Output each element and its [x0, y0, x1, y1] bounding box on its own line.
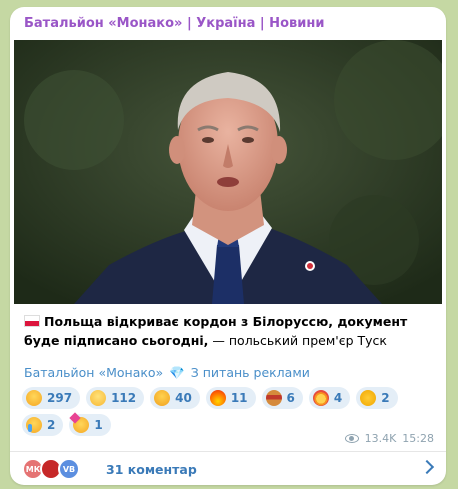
fire-icon [209, 390, 226, 406]
commenter-avatars: МК VB [22, 458, 86, 480]
eye-icon [344, 434, 359, 443]
post-photo[interactable] [14, 40, 442, 304]
reaction-count: 1 [94, 418, 103, 432]
chevron-right-icon[interactable] [419, 459, 435, 475]
message-bubble: Батальйон «Монако» | Україна | Новини По… [10, 7, 446, 485]
poland-flag-icon [24, 315, 40, 327]
views-count: 13.4K [364, 432, 397, 445]
reaction-count: 4 [333, 391, 343, 405]
reaction-count: 11 [230, 391, 248, 405]
thinking-face-icon [154, 390, 171, 406]
source-channel-link[interactable]: Батальйон «Монако» [24, 365, 163, 380]
comments-bar[interactable]: МК VB 31 коментар [10, 451, 446, 485]
comments-label[interactable]: 31 коментар [106, 462, 197, 477]
reaction-count: 2 [47, 418, 56, 432]
ads-link[interactable]: З питань реклами [191, 365, 310, 380]
source-line: Батальйон «Монако» 💎 З питань реклами [24, 365, 310, 381]
partying-face-icon [73, 417, 90, 433]
reaction-grinning[interactable]: 297 [22, 387, 81, 409]
reaction-count: 112 [111, 391, 137, 405]
reactions-row: 297 112 40 11 6 4 2 2 1 [22, 387, 437, 436]
hotdog-icon [265, 390, 282, 406]
reaction-count: 40 [175, 391, 192, 405]
reaction-exploding-head[interactable]: 4 [308, 387, 351, 409]
reaction-thumbs-up[interactable]: 2 [356, 387, 398, 409]
reaction-count: 6 [286, 391, 295, 405]
reaction-fire[interactable]: 11 [205, 387, 256, 409]
gem-icon: 💎 [169, 365, 185, 380]
reaction-crying[interactable]: 2 [22, 414, 64, 436]
pleading-face-icon [90, 390, 107, 406]
post-text-rest: — польський прем'єр Туск [208, 333, 387, 348]
thumbs-up-icon [360, 390, 377, 406]
avatar: VB [58, 458, 80, 480]
reaction-count: 297 [47, 391, 73, 405]
reaction-thinking[interactable]: 40 [150, 387, 200, 409]
grinning-face-icon [26, 390, 42, 406]
reaction-pleading[interactable]: 112 [86, 387, 145, 409]
crying-face-icon [26, 417, 42, 433]
post-text: Польща відкриває кордон з Білоруссю, док… [24, 312, 434, 350]
reaction-hotdog[interactable]: 6 [261, 387, 303, 409]
reaction-count: 2 [381, 391, 390, 405]
reaction-partying[interactable]: 1 [69, 414, 111, 436]
message-time: 15:28 [402, 432, 434, 445]
exploding-head-icon [312, 390, 329, 406]
channel-title[interactable]: Батальйон «Монако» | Україна | Новини [24, 16, 324, 31]
message-meta: 13.4K 15:28 [344, 432, 434, 445]
